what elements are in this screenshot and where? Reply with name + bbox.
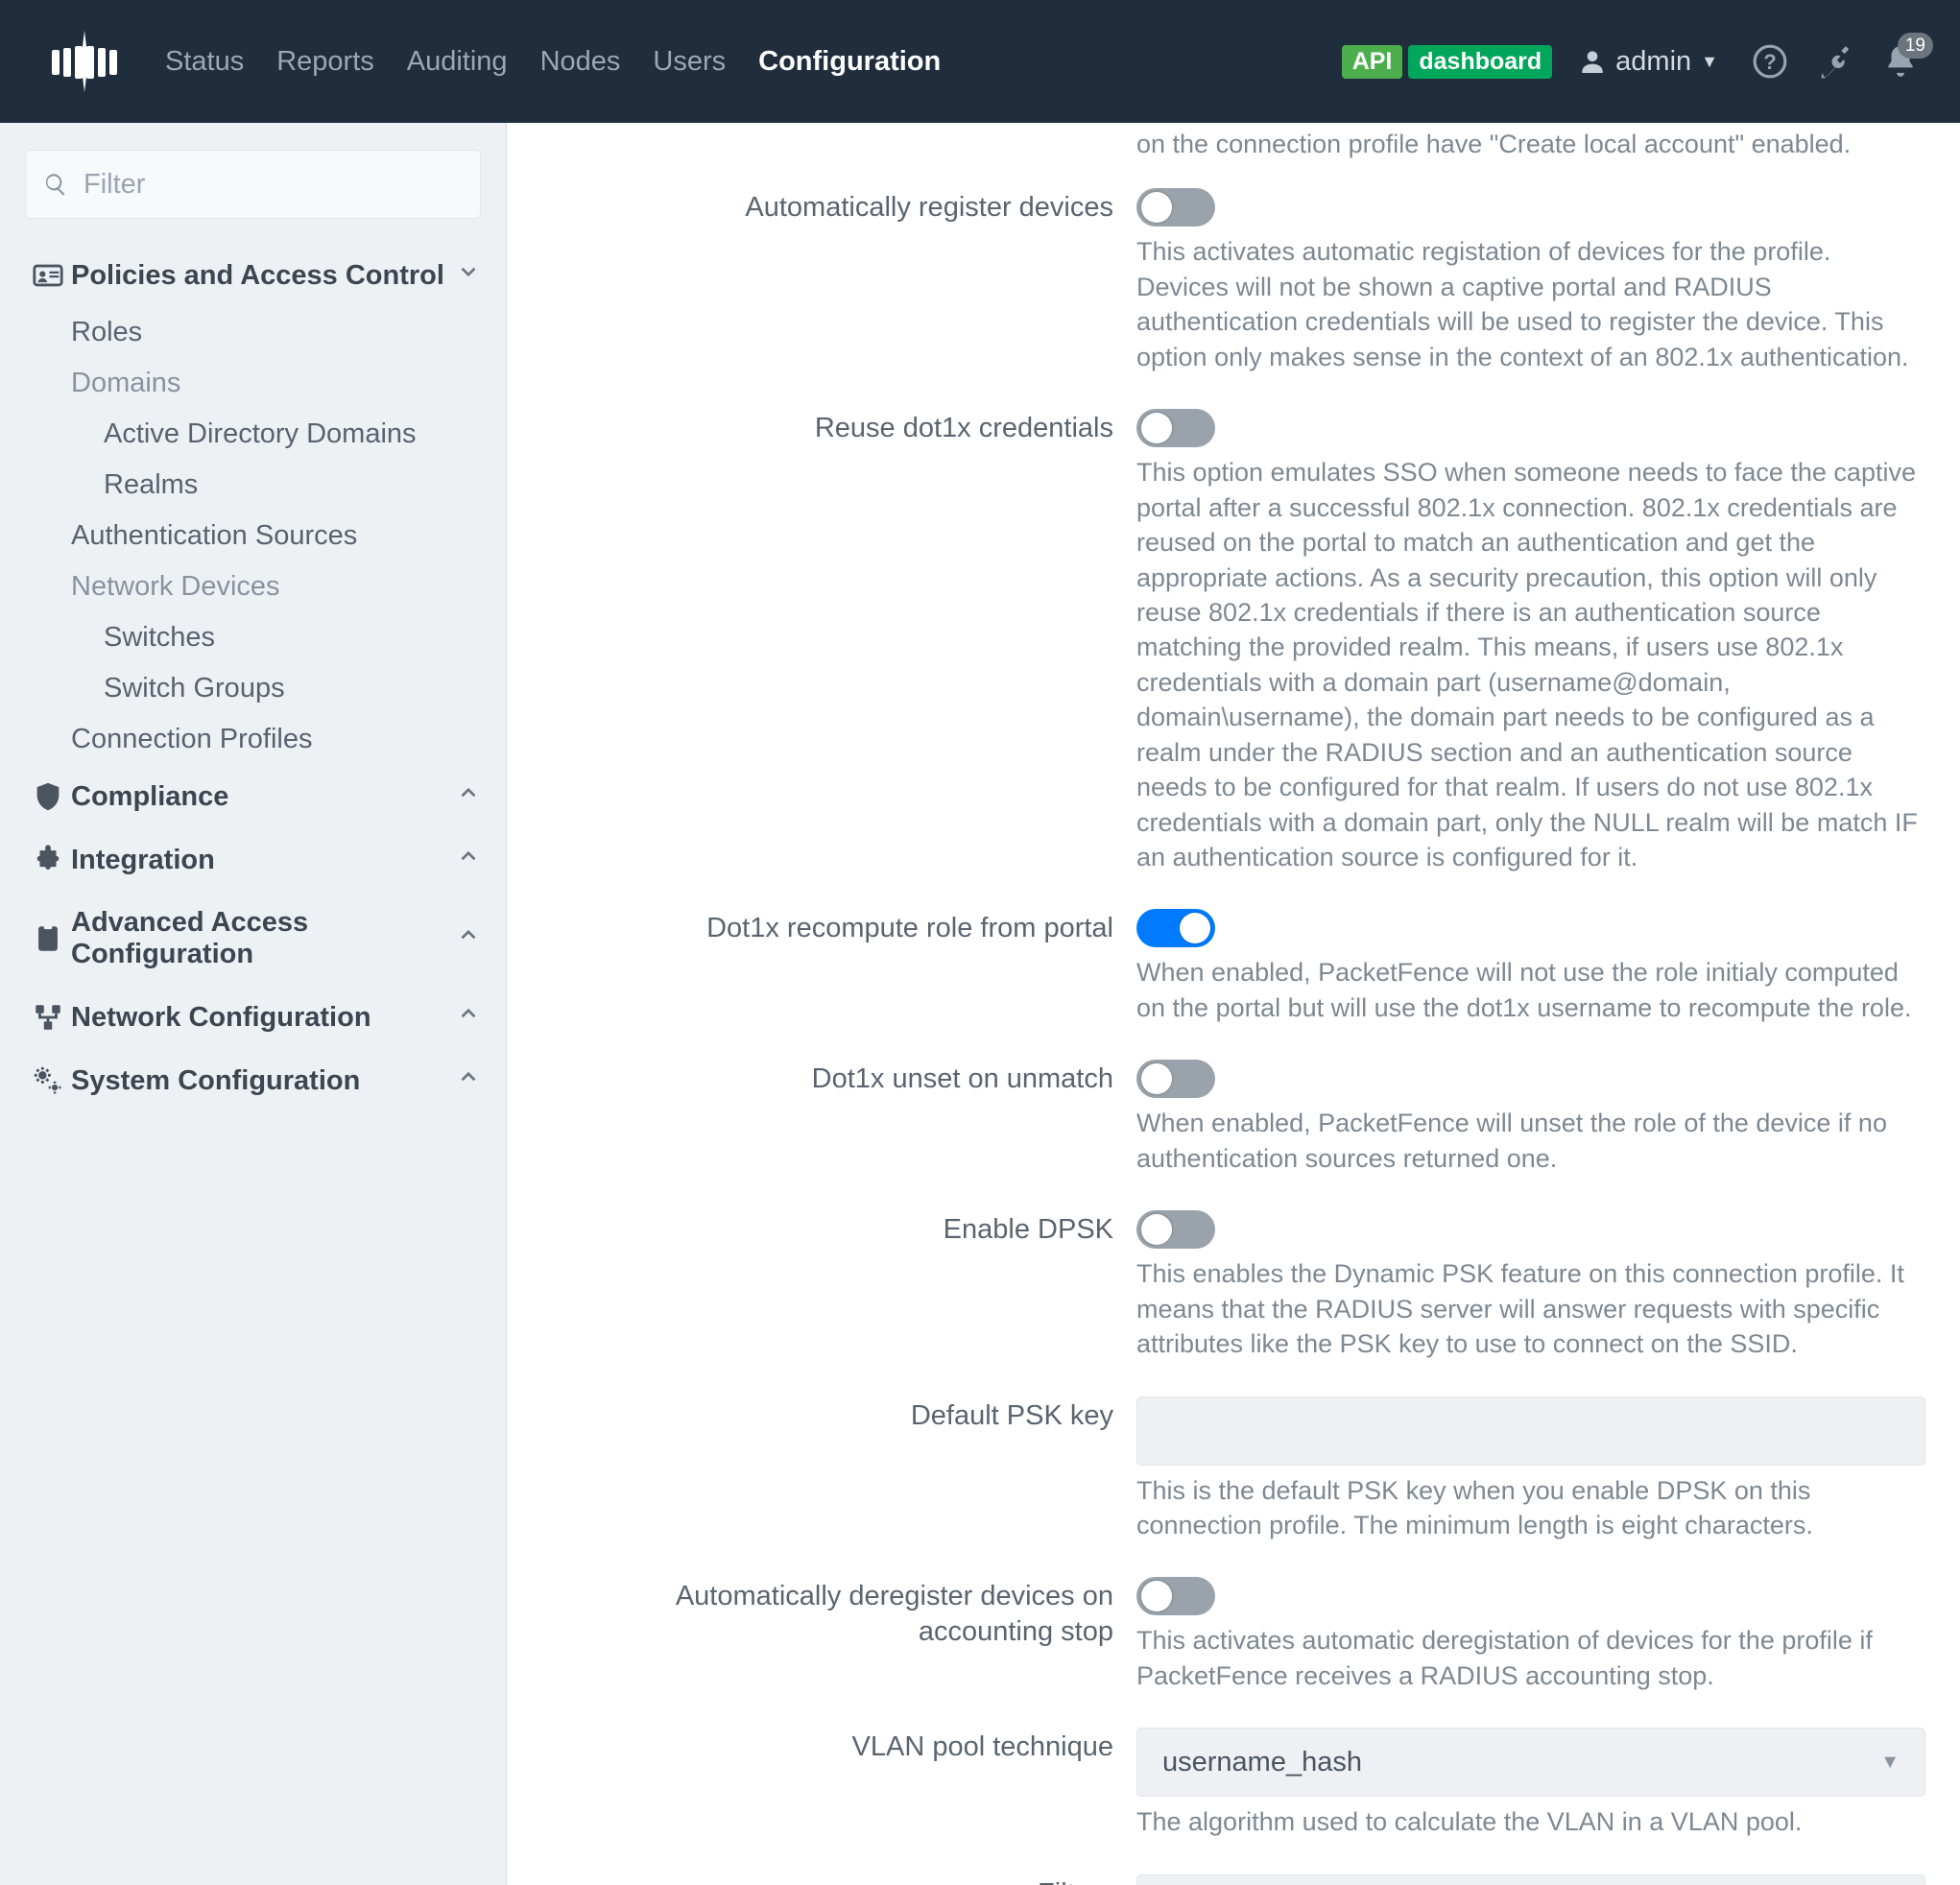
sidebar-item-connection-profiles[interactable]: Connection Profiles [25,714,481,765]
toggle-auto-register[interactable] [1136,188,1215,227]
help-auto-register: This activates automatic registation of … [1136,234,1925,374]
help-unset-unmatch: When enabled, PacketFence will unset the… [1136,1106,1925,1176]
sidebar-item-auth-sources[interactable]: Authentication Sources [25,511,481,561]
user-name: admin [1615,46,1691,78]
sidebar-item-switches[interactable]: Switches [25,612,481,663]
user-menu[interactable]: admin ▼ [1577,46,1718,78]
sidebar: Policies and Access Control Roles Domain… [0,123,507,1885]
sidebar-label-policies: Policies and Access Control [71,260,456,292]
dashboard-badge[interactable]: dashboard [1408,45,1552,79]
main-content: on the connection profile have "Create l… [507,123,1960,1885]
user-icon [1577,46,1608,77]
label-reuse-dot1x: Reuse dot1x credentials [541,409,1136,874]
sidebar-item-realms[interactable]: Realms [25,460,481,511]
chevron-down-icon [456,259,481,292]
chevron-up-icon [456,1001,481,1034]
sidebar-section-policies[interactable]: Policies and Access Control [25,244,481,307]
nav-link-status[interactable]: Status [165,46,244,78]
sidebar-filter-input[interactable] [82,168,463,202]
help-auto-dereg: This activates automatic deregistation o… [1136,1623,1925,1693]
notification-count: 19 [1898,33,1933,59]
api-badge[interactable]: API [1342,45,1403,79]
help-icon[interactable]: ? [1751,42,1789,81]
sidebar-section-integration[interactable]: Integration [25,828,481,892]
clipboard-icon [25,922,71,955]
input-psk-key[interactable] [1136,1396,1925,1466]
select-vlan-pool-value: username_hash [1162,1747,1362,1778]
label-psk-key: Default PSK key [541,1396,1136,1543]
label-recompute: Dot1x recompute role from portal [541,909,1136,1025]
label-auto-dereg: Automatically deregister devices on acco… [541,1577,1136,1693]
sidebar-filter[interactable] [25,150,481,219]
partial-help-text: on the connection profile have "Create l… [1136,127,1925,161]
tools-icon[interactable] [1816,42,1854,81]
puzzle-icon [25,844,71,876]
label-filters: Filters [541,1874,1136,1885]
svg-text:?: ? [1763,50,1777,74]
label-unset-unmatch: Dot1x unset on unmatch [541,1060,1136,1176]
help-recompute: When enabled, PacketFence will not use t… [1136,955,1925,1025]
nav-link-reports[interactable]: Reports [276,46,374,78]
shield-icon [25,780,71,813]
top-nav: Status Reports Auditing Nodes Users Conf… [0,0,1960,123]
caret-down-icon: ▼ [1880,1752,1900,1774]
toggle-dpsk[interactable] [1136,1210,1215,1249]
chevron-up-icon [456,780,481,813]
sidebar-label-system-config: System Configuration [71,1065,456,1097]
toggle-auto-dereg[interactable] [1136,1577,1215,1615]
id-card-icon [25,259,71,292]
sidebar-label-compliance: Compliance [71,781,456,813]
toggle-recompute[interactable] [1136,909,1215,947]
app-logo [27,27,142,96]
sidebar-item-ad-domains[interactable]: Active Directory Domains [25,409,481,460]
nav-link-configuration[interactable]: Configuration [758,46,941,78]
label-dpsk: Enable DPSK [541,1210,1136,1361]
sidebar-section-network-config[interactable]: Network Configuration [25,986,481,1049]
chevron-up-icon [456,844,481,876]
toggle-reuse-dot1x[interactable] [1136,409,1215,447]
label-vlan-pool: VLAN pool technique [541,1728,1136,1839]
sidebar-group-domains: Domains [25,358,481,409]
sidebar-section-system-config[interactable]: System Configuration [25,1049,481,1112]
sidebar-item-roles[interactable]: Roles [25,307,481,358]
label-auto-register: Automatically register devices [541,188,1136,374]
sidebar-section-compliance[interactable]: Compliance [25,765,481,828]
gears-icon [25,1064,71,1097]
nav-link-nodes[interactable]: Nodes [540,46,621,78]
sidebar-label-integration: Integration [71,845,456,876]
sidebar-label-network-config: Network Configuration [71,1002,456,1034]
toggle-unset-unmatch[interactable] [1136,1060,1215,1098]
help-vlan-pool: The algorithm used to calculate the VLAN… [1136,1804,1925,1839]
chevron-up-icon [456,1064,481,1097]
sidebar-item-switch-groups[interactable]: Switch Groups [25,663,481,714]
sidebar-group-network-devices: Network Devices [25,561,481,612]
sidebar-section-advanced[interactable]: Advanced Access Configuration [25,892,481,986]
nav-link-users[interactable]: Users [653,46,726,78]
search-icon [43,172,68,197]
select-filters[interactable]: any ▼ [1136,1874,1925,1885]
chevron-up-icon [456,922,481,955]
help-reuse-dot1x: This option emulates SSO when someone ne… [1136,455,1925,874]
caret-down-icon: ▼ [1701,52,1718,72]
sidebar-label-advanced: Advanced Access Configuration [71,907,456,970]
help-dpsk: This enables the Dynamic PSK feature on … [1136,1256,1925,1361]
network-icon [25,1001,71,1034]
nav-link-auditing[interactable]: Auditing [407,46,508,78]
select-vlan-pool[interactable]: username_hash ▼ [1136,1728,1925,1797]
notifications-icon[interactable]: 19 [1881,42,1920,81]
help-psk-key: This is the default PSK key when you ena… [1136,1473,1925,1543]
nav-links: Status Reports Auditing Nodes Users Conf… [165,46,941,78]
